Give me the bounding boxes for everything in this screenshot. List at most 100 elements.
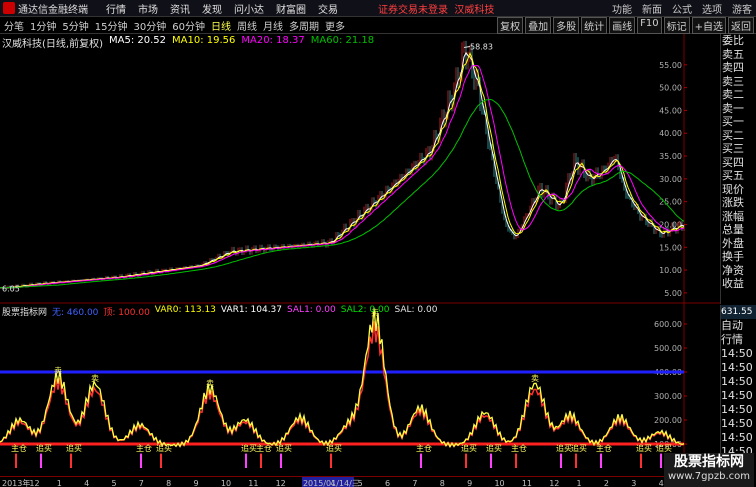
quote-field-16: 换手 xyxy=(722,250,744,263)
date-tick-label: 5 xyxy=(358,479,363,487)
signal-bar xyxy=(515,453,517,468)
period-tab-9[interactable]: 多周期 xyxy=(289,18,319,33)
signal-bar xyxy=(660,453,662,468)
signal-bar xyxy=(260,453,262,468)
quote-field-8: 买三 xyxy=(722,142,744,155)
menu-wealth[interactable]: 财富圈 xyxy=(276,1,306,16)
signal-bar xyxy=(245,453,247,468)
signal-bar xyxy=(560,453,562,468)
period-tab-0[interactable]: 分笔 xyxy=(4,18,24,33)
indicator-v2: 顶: 100.00 xyxy=(103,308,150,318)
tool-button-0[interactable]: 复权 xyxy=(497,16,524,34)
period-tab-10[interactable]: 更多 xyxy=(325,18,345,33)
period-tab-3[interactable]: 15分钟 xyxy=(95,18,128,33)
title-right-menu: 功能 新面 公式 选项 游客 xyxy=(612,1,752,16)
date-axis: 2013年 12 1 4 5 7 8 9 10 11 12 2015/01/14/三4 5 6 7 8 9 10 1… xyxy=(0,476,720,487)
price-tick-label: 50.00 xyxy=(659,84,682,93)
date-tick-label: 8 xyxy=(440,479,445,487)
signal-tag: 追买 xyxy=(241,443,257,453)
site-watermark: 股票指标网 www.7gpzb.com xyxy=(664,453,754,487)
tool-button-8[interactable]: 返回 xyxy=(728,16,754,34)
tool-button-6[interactable]: 标记 xyxy=(663,16,690,34)
period-tab-6[interactable]: 日线 xyxy=(211,18,231,33)
menu-discover[interactable]: 发现 xyxy=(202,1,222,16)
tool-button-3[interactable]: 统计 xyxy=(581,16,608,34)
menu-functions[interactable]: 功能 xyxy=(612,1,632,16)
indicator-line-red xyxy=(0,321,685,448)
quote-field-2: 卖四 xyxy=(722,61,744,74)
signal-bar xyxy=(330,453,332,468)
signal-bar xyxy=(140,453,142,468)
signal-bar xyxy=(575,453,577,468)
date-tick-label: 12 xyxy=(29,479,39,487)
date-tick-label: 2013年 xyxy=(2,478,30,487)
quote-field-3: 卖三 xyxy=(722,74,744,88)
ma5-line xyxy=(0,51,685,289)
signal-bar xyxy=(420,453,422,468)
ma10-line xyxy=(0,51,685,289)
price-tick-label: 10.00 xyxy=(659,266,682,275)
price-tick-label: 30.00 xyxy=(659,175,682,184)
tool-button-1[interactable]: 叠加 xyxy=(525,16,552,34)
indicator-tick-label: 600.00 xyxy=(654,320,682,329)
tick-row-4: 14:50 xyxy=(721,375,753,388)
chart-title: 汉威科技(日线,前复权) xyxy=(2,39,103,50)
price-tick-label: 5.00 xyxy=(664,289,682,298)
signal-tag: 追买 xyxy=(556,443,572,453)
watermark-url: www.7gpzb.com xyxy=(668,471,750,482)
menu-new-screen[interactable]: 新面 xyxy=(642,1,662,16)
tool-button-7[interactable]: +自选 xyxy=(691,16,726,34)
menu-quotes[interactable]: 行情 xyxy=(106,1,126,16)
signal-tag: 主仓 xyxy=(416,443,432,453)
date-tick-label: 12 xyxy=(276,479,286,487)
menu-news[interactable]: 资讯 xyxy=(170,1,190,16)
login-notice[interactable]: 证券交易未登录 汉威科技 xyxy=(378,1,494,16)
menu-formula[interactable]: 公式 xyxy=(672,1,692,16)
period-tabs: 分笔 1分钟 5分钟 15分钟 30分钟 60分钟 日线 周线 月线 多周期 更多 xyxy=(4,18,345,33)
tick-row-6: 14:50 xyxy=(721,403,753,416)
date-tick-label: 7 xyxy=(139,479,144,487)
tool-button-2[interactable]: 多股 xyxy=(553,16,580,34)
quote-field-10: 买五 xyxy=(722,169,744,182)
quote-field-7: 买二 xyxy=(722,128,744,142)
period-tab-4[interactable]: 30分钟 xyxy=(133,18,166,33)
signal-tag: 主仓 xyxy=(596,443,612,453)
period-tab-5[interactable]: 60分钟 xyxy=(172,18,205,33)
date-tick-label: 11 xyxy=(248,479,258,487)
tool-button-5[interactable]: F10 xyxy=(637,16,662,34)
price-tick-label: 40.00 xyxy=(659,129,682,138)
kline-chart[interactable]: 55.0050.0045.0040.0035.0030.0025.0020.00… xyxy=(0,34,720,476)
signal-bar xyxy=(640,453,642,468)
period-tab-2[interactable]: 5分钟 xyxy=(62,18,88,33)
quote-field-17: 净资 xyxy=(722,263,744,277)
menu-guest[interactable]: 游客 xyxy=(732,1,752,16)
signal-tag: 追买 xyxy=(636,443,652,453)
signal-tag: 主仓 xyxy=(256,443,272,453)
watermark-title: 股票指标网 xyxy=(674,454,744,470)
trading-terminal-window: 通达信金融终端 行情 市场 资讯 发现 问小达 财富圈 交易 证券交易未登录 汉… xyxy=(0,0,756,487)
date-tick-label: 4 xyxy=(330,479,335,487)
signal-tag: 追买 xyxy=(156,443,172,453)
quote-field-12: 涨跌 xyxy=(722,196,744,209)
date-tick-label: 3 xyxy=(631,479,636,487)
signal-tag: 主仓 xyxy=(11,443,27,453)
signal-tag: 追买 xyxy=(326,443,342,453)
indicator-tick-label: 200.00 xyxy=(654,416,682,425)
tool-button-4[interactable]: 画线 xyxy=(609,16,636,34)
period-tab-1[interactable]: 1分钟 xyxy=(30,18,56,33)
date-tick-label: 5 xyxy=(111,479,116,487)
signal-bar xyxy=(600,453,602,468)
period-tab-8[interactable]: 月线 xyxy=(263,18,283,33)
date-tick-label: 10 xyxy=(494,479,504,487)
indicator-cursor-value: 631.55 xyxy=(721,305,756,319)
menu-market[interactable]: 市场 xyxy=(138,1,158,16)
menu-trade[interactable]: 交易 xyxy=(318,1,338,16)
menu-options[interactable]: 选项 xyxy=(702,1,722,16)
sell-tag-2: 卖 xyxy=(91,374,99,383)
indicator-name[interactable]: 股票指标网 xyxy=(2,305,47,318)
menu-ask[interactable]: 问小达 xyxy=(234,1,264,16)
main-menu: 行情 市场 资讯 发现 问小达 财富圈 交易 xyxy=(106,1,338,16)
indicator-legend: 股票指标网 无: 460.00 顶: 100.00 VAR0: 113.13 V… xyxy=(2,305,437,318)
period-tab-7[interactable]: 周线 xyxy=(237,18,257,33)
signal-tag: 主仓 xyxy=(511,443,527,453)
